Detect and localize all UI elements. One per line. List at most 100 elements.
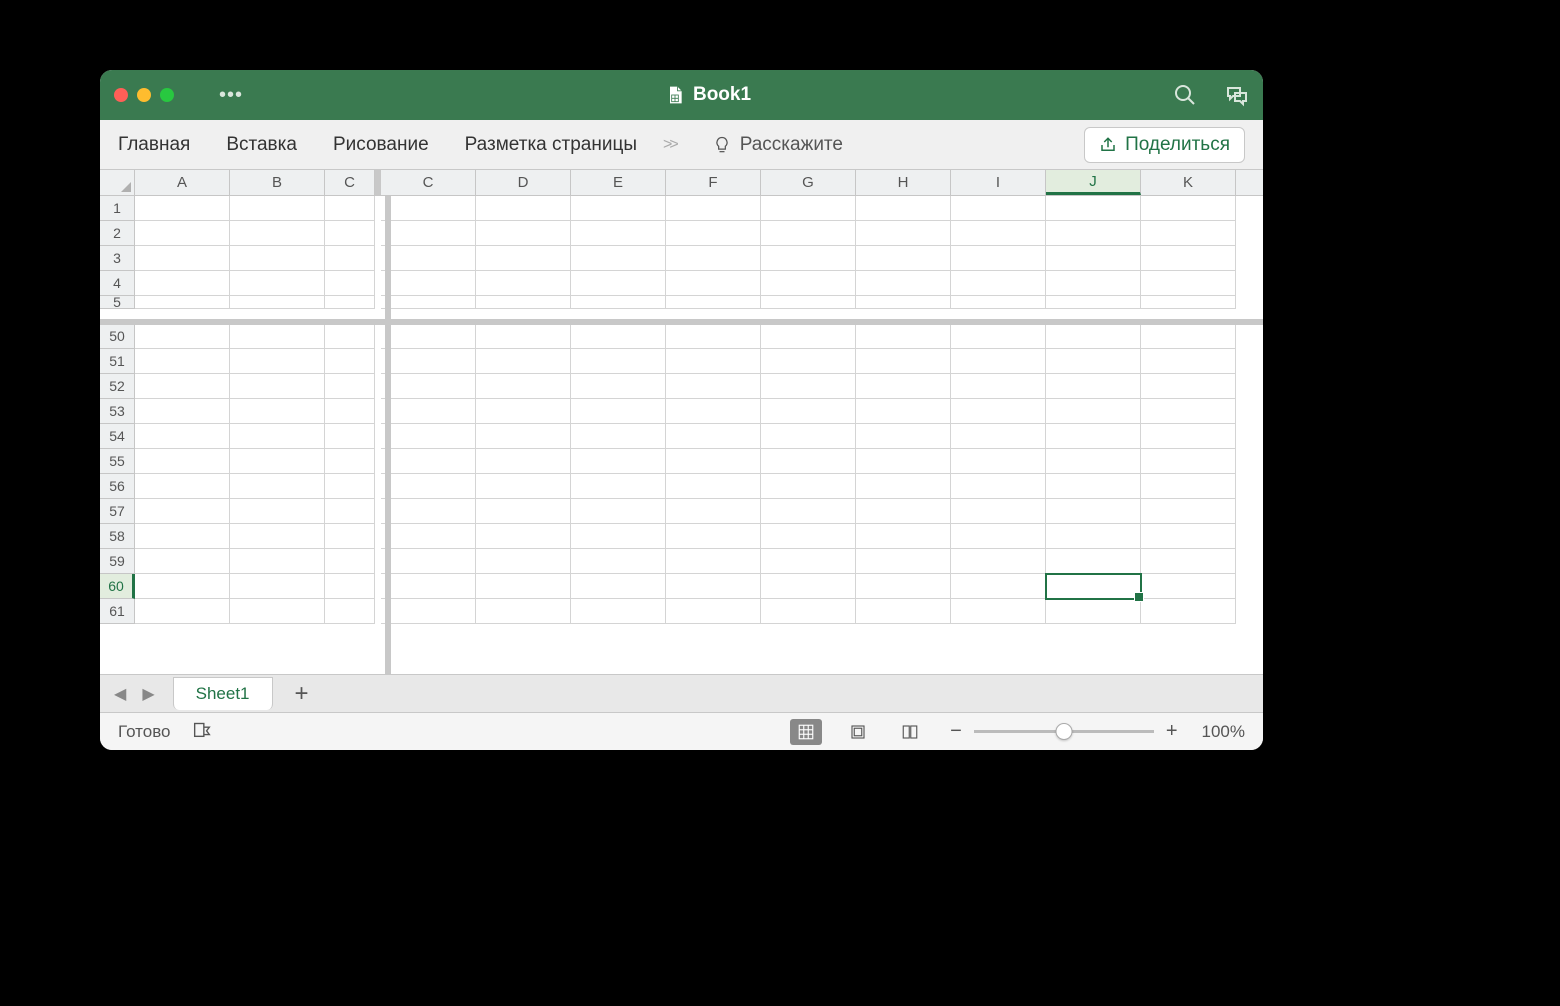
row-header[interactable]: 3: [100, 246, 135, 271]
zoom-slider-track[interactable]: [974, 730, 1154, 733]
tab-insert[interactable]: Вставка: [226, 134, 297, 156]
col-header-C[interactable]: C: [381, 170, 476, 195]
cell[interactable]: [761, 524, 856, 549]
cell[interactable]: [571, 196, 666, 221]
share-button[interactable]: Поделиться: [1084, 127, 1245, 163]
cell[interactable]: [951, 424, 1046, 449]
cell[interactable]: [230, 324, 325, 349]
cell[interactable]: [135, 324, 230, 349]
cell[interactable]: [1141, 271, 1236, 296]
row-header[interactable]: 56: [100, 474, 135, 499]
sheet-nav-prev[interactable]: ◀: [108, 684, 132, 704]
tab-home[interactable]: Главная: [118, 134, 190, 156]
cell[interactable]: [381, 449, 476, 474]
cell[interactable]: [230, 399, 325, 424]
vertical-split-bar[interactable]: [385, 196, 391, 674]
cell[interactable]: [951, 221, 1046, 246]
row-header[interactable]: 53: [100, 399, 135, 424]
cell[interactable]: [1046, 549, 1141, 574]
row-header[interactable]: 52: [100, 374, 135, 399]
cell[interactable]: [1141, 221, 1236, 246]
cell[interactable]: [230, 196, 325, 221]
cell[interactable]: [325, 499, 375, 524]
zoom-slider-thumb[interactable]: [1055, 723, 1072, 740]
cell[interactable]: [1141, 196, 1236, 221]
cell[interactable]: [761, 399, 856, 424]
cell[interactable]: [761, 246, 856, 271]
cell[interactable]: [135, 296, 230, 309]
cell[interactable]: [1141, 296, 1236, 309]
cell[interactable]: [476, 549, 571, 574]
cell[interactable]: [135, 549, 230, 574]
cell[interactable]: [476, 449, 571, 474]
row-header[interactable]: 59: [100, 549, 135, 574]
cell[interactable]: [571, 599, 666, 624]
cell[interactable]: [135, 271, 230, 296]
cell[interactable]: [135, 374, 230, 399]
cell[interactable]: [1046, 196, 1141, 221]
row-header[interactable]: 2: [100, 221, 135, 246]
cell[interactable]: [325, 271, 375, 296]
cell[interactable]: [951, 399, 1046, 424]
cell[interactable]: [666, 374, 761, 399]
cell[interactable]: [1046, 449, 1141, 474]
cell[interactable]: [381, 524, 476, 549]
cell[interactable]: [951, 524, 1046, 549]
cell[interactable]: [856, 474, 951, 499]
cell[interactable]: [1046, 399, 1141, 424]
cell[interactable]: [666, 324, 761, 349]
cell[interactable]: [135, 221, 230, 246]
cell[interactable]: [381, 599, 476, 624]
cell[interactable]: [666, 349, 761, 374]
cell[interactable]: [761, 296, 856, 309]
cell[interactable]: [135, 599, 230, 624]
col-header-E[interactable]: E: [571, 170, 666, 195]
cell[interactable]: [571, 549, 666, 574]
cell[interactable]: [476, 221, 571, 246]
cell[interactable]: [1046, 374, 1141, 399]
horizontal-split-bar[interactable]: [100, 319, 1263, 325]
cell[interactable]: [666, 399, 761, 424]
cell[interactable]: [476, 499, 571, 524]
cell[interactable]: [476, 399, 571, 424]
col-header-I[interactable]: I: [951, 170, 1046, 195]
cell[interactable]: [325, 324, 375, 349]
row-header[interactable]: 61: [100, 599, 135, 624]
select-all-corner[interactable]: [100, 170, 135, 195]
cell[interactable]: [571, 324, 666, 349]
cell[interactable]: [571, 349, 666, 374]
col-header-D[interactable]: D: [476, 170, 571, 195]
cell[interactable]: [856, 549, 951, 574]
cell[interactable]: [571, 221, 666, 246]
cell[interactable]: [666, 574, 761, 599]
cell[interactable]: [476, 349, 571, 374]
cell[interactable]: [856, 349, 951, 374]
cell[interactable]: [325, 574, 375, 599]
cell[interactable]: [135, 574, 230, 599]
cell[interactable]: [381, 246, 476, 271]
cell[interactable]: [856, 246, 951, 271]
cell[interactable]: [381, 574, 476, 599]
cell[interactable]: [951, 499, 1046, 524]
cell[interactable]: [761, 349, 856, 374]
cell[interactable]: [761, 221, 856, 246]
cell[interactable]: [325, 349, 375, 374]
cell[interactable]: [381, 196, 476, 221]
cell[interactable]: [325, 549, 375, 574]
cell[interactable]: [571, 246, 666, 271]
row-header[interactable]: 55: [100, 449, 135, 474]
cell[interactable]: [856, 324, 951, 349]
more-menu-button[interactable]: •••: [219, 84, 243, 107]
row-header[interactable]: 1: [100, 196, 135, 221]
cell[interactable]: [571, 424, 666, 449]
cell[interactable]: [1141, 599, 1236, 624]
col-header-K[interactable]: K: [1141, 170, 1236, 195]
cell[interactable]: [856, 449, 951, 474]
cell[interactable]: [325, 449, 375, 474]
cell[interactable]: [1141, 246, 1236, 271]
cell[interactable]: [381, 549, 476, 574]
cell[interactable]: [1046, 424, 1141, 449]
cell[interactable]: [951, 374, 1046, 399]
cell[interactable]: [951, 599, 1046, 624]
cell[interactable]: [381, 474, 476, 499]
